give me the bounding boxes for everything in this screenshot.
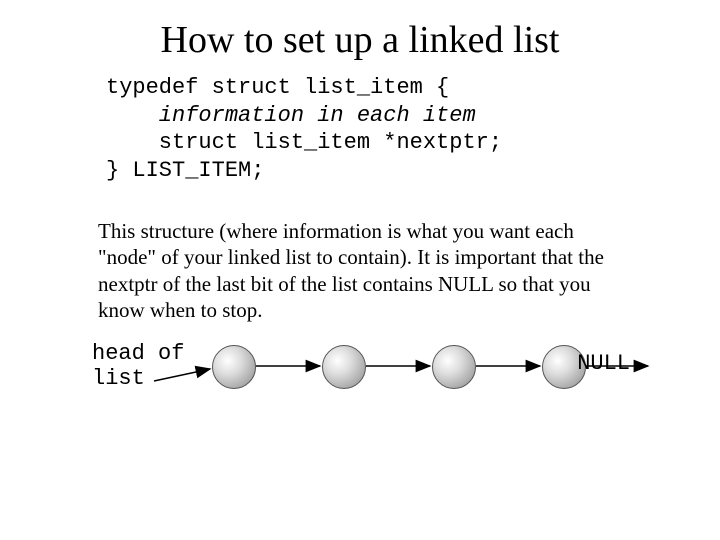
code-line-1: typedef struct list_item { (106, 75, 449, 100)
code-line-2: information in each item (106, 103, 476, 128)
linked-list-diagram: head of list NULL (92, 337, 640, 417)
code-block: typedef struct list_item { information i… (106, 74, 670, 184)
page-title: How to set up a linked list (50, 18, 670, 62)
code-line-4: } LIST_ITEM; (106, 158, 264, 183)
code-line-3: struct list_item *nextptr; (106, 130, 502, 155)
null-label: NULL (577, 351, 630, 376)
explanation-paragraph: This structure (where information is wha… (98, 218, 622, 323)
arrows (92, 337, 640, 417)
